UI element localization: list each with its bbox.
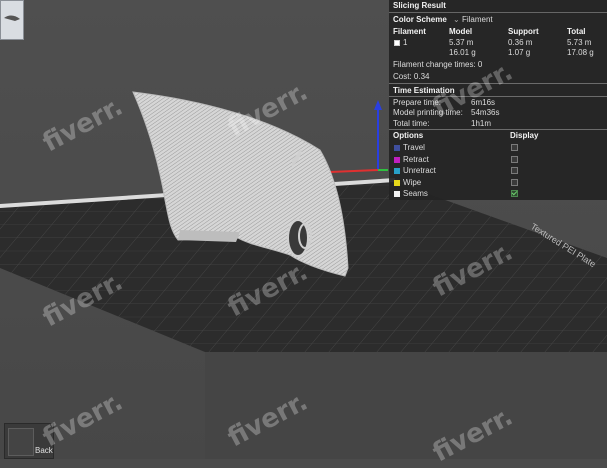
prepare-time-value: 6m16s: [471, 98, 496, 107]
prepare-time-label: Prepare time:: [393, 98, 442, 107]
model-thumbnail-icon: [4, 15, 20, 21]
color-scheme-value: Filament: [461, 15, 493, 24]
model-printing-time-label: Model printing time:: [393, 108, 463, 117]
option-display-checkbox[interactable]: [511, 190, 518, 197]
option-label: Retract: [403, 154, 429, 164]
color-scheme-dropdown[interactable]: ⌄ Filament: [453, 15, 493, 24]
option-display-checkbox[interactable]: [511, 155, 518, 163]
divider: [389, 96, 607, 97]
col-filament: Filament: [393, 27, 426, 36]
option-label: Wipe: [403, 177, 422, 187]
filament-change-times: Filament change times: 0: [393, 60, 483, 69]
slicing-result-panel: Slicing Result Color Scheme ⌄ Filament F…: [389, 0, 607, 200]
model-printing-time-value: 54m36s: [471, 108, 500, 117]
divider: [389, 129, 607, 130]
option-display-checkbox[interactable]: [511, 167, 518, 174]
options-label: Options: [393, 131, 424, 140]
option-label: Unretract: [403, 166, 436, 175]
support-weight: 1.07 g: [508, 48, 531, 57]
display-label: Display: [510, 131, 539, 140]
col-model: Model: [449, 27, 473, 36]
back-button[interactable]: Back: [4, 423, 54, 459]
col-support: Support: [508, 27, 539, 36]
color-scheme-label: Color Scheme: [393, 15, 447, 24]
total-length: 5.73 m: [567, 38, 592, 47]
option-color-swatch: [394, 145, 400, 151]
total-weight: 17.08 g: [567, 48, 594, 57]
cost: Cost: 0.34: [393, 72, 430, 81]
filament-color-swatch: [394, 40, 400, 46]
total-time-label: Total time:: [393, 119, 430, 128]
option-color-swatch: [394, 168, 400, 174]
col-total: Total: [567, 27, 586, 36]
total-time-value: 1h1m: [471, 119, 492, 128]
option-label: Seams: [403, 189, 428, 198]
option-display-checkbox[interactable]: [511, 178, 518, 186]
view-cube-icon: [8, 428, 34, 456]
option-label: Travel: [403, 143, 425, 152]
option-color-swatch: [394, 191, 400, 197]
plate-thumbnail[interactable]: [0, 0, 24, 40]
model-weight: 16.01 g: [449, 48, 476, 57]
chevron-down-icon: ⌄: [453, 15, 460, 24]
divider: [389, 83, 607, 84]
panel-title: Slicing Result: [389, 0, 607, 13]
support-length: 0.36 m: [508, 38, 533, 47]
back-label: Back: [35, 446, 53, 455]
option-color-swatch: [394, 156, 400, 163]
model-length: 5.37 m: [449, 38, 474, 47]
time-estimation-title: Time Estimation: [393, 86, 455, 95]
option-display-checkbox[interactable]: [511, 144, 518, 151]
option-color-swatch: [394, 179, 400, 186]
filament-id: 1: [403, 38, 408, 47]
